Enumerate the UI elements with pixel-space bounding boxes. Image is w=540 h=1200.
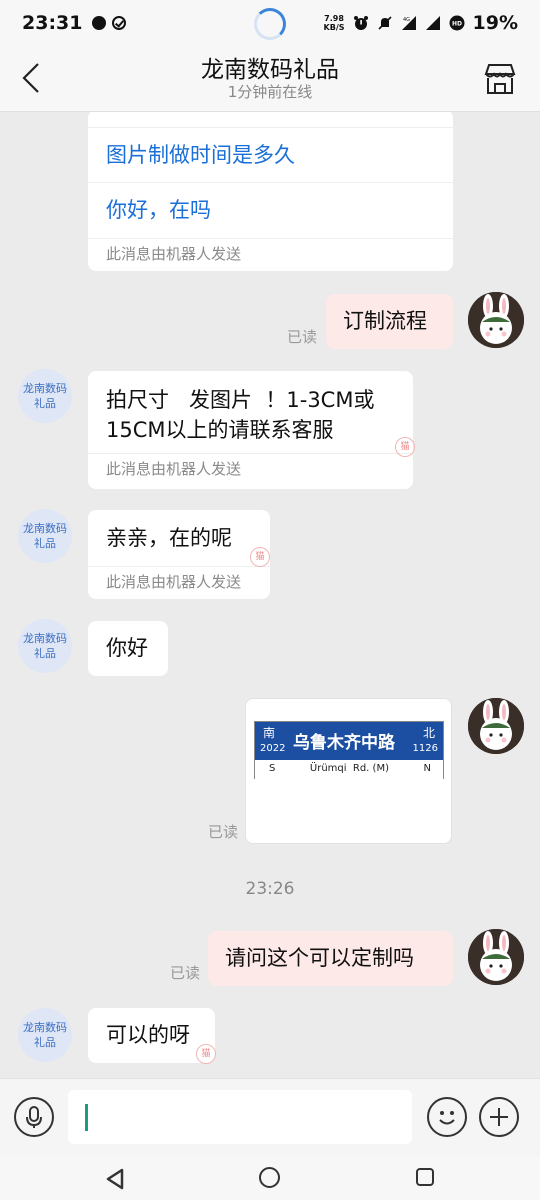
incoming-message[interactable]: 亲亲，在的呢 此消息由机器人发送: [88, 510, 270, 599]
status-right: 7.98 KB/S 4G HD 19%: [324, 12, 518, 34]
shop-avatar[interactable]: 龙南数码 礼品: [18, 369, 72, 423]
system-nav-bar: [0, 1156, 540, 1200]
robot-note: 此消息由机器人发送: [88, 238, 453, 270]
incoming-message[interactable]: 拍尺寸 发图片 ！1-3CM或 15CM以上的请联系客服 此消息由机器人发送: [88, 371, 413, 489]
quick-question-item[interactable]: 图片制做时间是多久: [88, 128, 453, 183]
shop-avatar[interactable]: 龙南数码 礼品: [18, 1008, 72, 1062]
stamp-icon: 猫: [250, 547, 270, 567]
signal-icon-2: [425, 16, 440, 30]
robot-note: 此消息由机器人发送: [88, 566, 270, 598]
shop-avatar[interactable]: 龙南数码 礼品: [18, 509, 72, 563]
user-avatar[interactable]: [468, 698, 524, 754]
text-caret: [85, 1104, 88, 1131]
user-avatar[interactable]: [468, 929, 524, 985]
robot-note: 此消息由机器人发送: [88, 453, 413, 485]
svg-text:HD: HD: [452, 21, 462, 28]
plus-icon[interactable]: [479, 1097, 519, 1137]
nav-recent-icon[interactable]: [416, 1168, 434, 1186]
outgoing-message[interactable]: 订制流程: [326, 294, 453, 349]
network-speed: 7.98 KB/S: [323, 14, 345, 32]
user-avatar[interactable]: [468, 292, 524, 348]
chat-message-list[interactable]: 图片制做时间是多久 你好，在吗 此消息由机器人发送 已读 订制流程 龙南数码 礼…: [0, 112, 540, 1078]
hd-icon: HD: [449, 15, 465, 31]
input-bar: [0, 1078, 540, 1156]
read-receipt: 已读: [170, 964, 201, 982]
incoming-message[interactable]: 你好: [88, 621, 168, 676]
bunny-avatar-icon: [468, 698, 524, 754]
check-circle-icon: [112, 16, 127, 30]
microphone-icon[interactable]: [14, 1097, 54, 1137]
notification-icons: [92, 16, 127, 30]
page-title: 龙南数码礼品: [201, 57, 339, 83]
message-text: 拍尺寸 发图片 ！1-3CM或 15CM以上的请联系客服: [106, 388, 375, 442]
chat-header: 龙南数码礼品 1分钟前在线: [0, 46, 540, 112]
signal-icon: 4G: [401, 16, 416, 30]
quick-question-item[interactable]: 你好，在吗: [88, 183, 453, 238]
message-text: 你好: [106, 636, 148, 660]
message-text: 请问这个可以定制吗: [225, 946, 414, 970]
nav-back-icon[interactable]: [104, 1168, 126, 1190]
svg-text:4G: 4G: [403, 17, 410, 23]
message-text: 亲亲，在的呢: [106, 526, 232, 550]
stamp-icon: 猫: [395, 437, 415, 457]
status-time: 23:31: [22, 12, 83, 34]
bunny-avatar-icon: [468, 292, 524, 348]
card-divider: [88, 112, 453, 128]
outgoing-message[interactable]: 请问这个可以定制吗: [208, 931, 453, 986]
bunny-avatar-icon: [468, 929, 524, 985]
message-text: 订制流程: [343, 309, 427, 333]
loading-spinner-icon: [254, 8, 286, 40]
nav-home-icon[interactable]: [259, 1167, 280, 1188]
battery-level: 19%: [472, 12, 518, 34]
message-notification-icon: [92, 16, 107, 30]
alarm-icon: [353, 16, 368, 30]
message-input[interactable]: [68, 1090, 412, 1144]
image-message[interactable]: 南 2022 乌鲁木齐中路 北 1126 S Ürümqi Rd. (M) N: [245, 698, 452, 844]
street-sign-image: 南 2022 乌鲁木齐中路 北 1126 S Ürümqi Rd. (M) N: [254, 721, 444, 779]
time-divider: 23:26: [245, 879, 295, 899]
quick-question-card: 图片制做时间是多久 你好，在吗 此消息由机器人发送: [88, 112, 453, 271]
shop-avatar[interactable]: 龙南数码 礼品: [18, 619, 72, 673]
read-receipt: 已读: [208, 823, 239, 841]
store-icon[interactable]: [482, 62, 518, 96]
smile-icon[interactable]: [427, 1097, 467, 1137]
read-receipt: 已读: [287, 328, 318, 346]
online-status: 1分钟前在线: [227, 83, 313, 101]
mute-icon: [377, 16, 392, 30]
stamp-icon: 猫: [196, 1044, 216, 1064]
